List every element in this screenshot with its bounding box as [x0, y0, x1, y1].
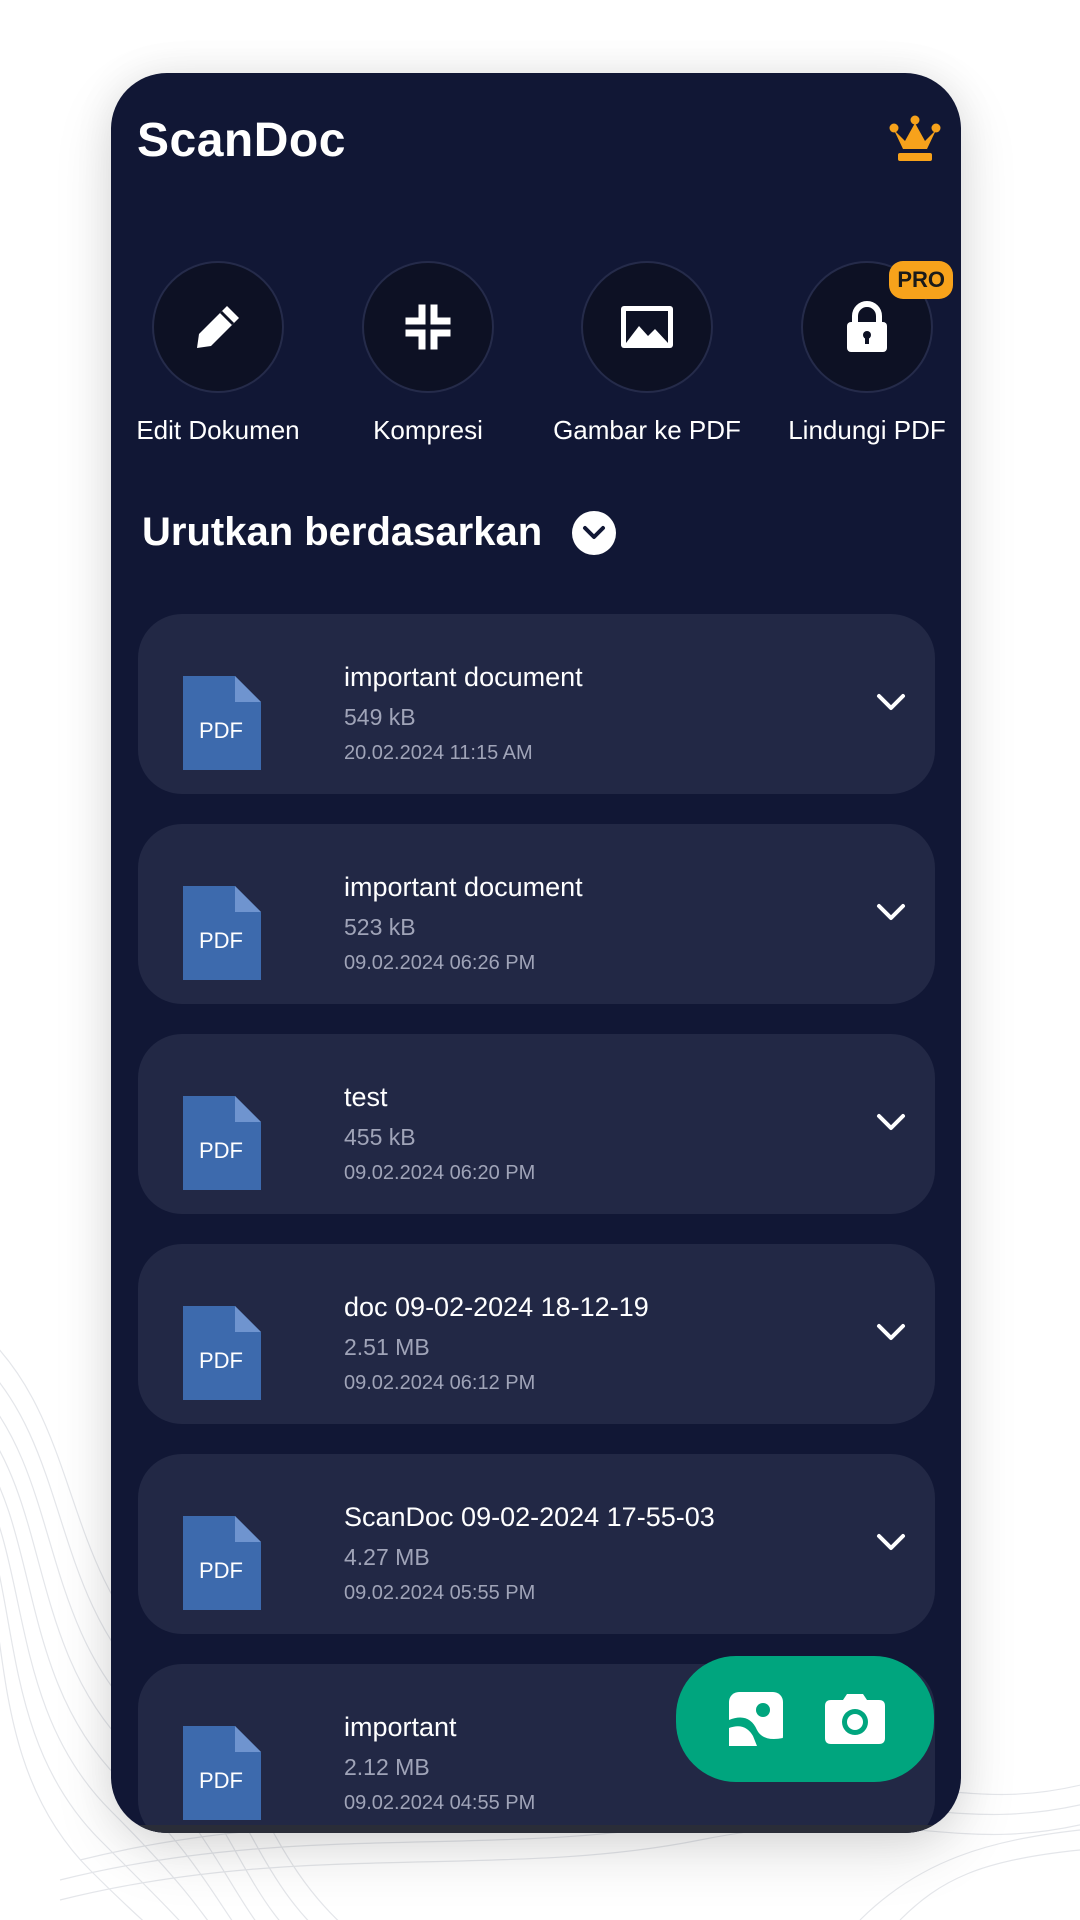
phone-screen: ScanDoc Edit Dokumen Kompresi Gambar ke …	[111, 73, 961, 1833]
tool-image-to-pdf-button[interactable]	[581, 261, 713, 393]
lock-icon	[847, 301, 887, 352]
chevron-down-icon	[583, 525, 606, 539]
file-expand-button[interactable]	[871, 1312, 911, 1352]
pdf-file-icon: PDF	[183, 1306, 261, 1400]
file-expand-button[interactable]	[871, 892, 911, 932]
file-date: 09.02.2024 06:26 PM	[344, 952, 536, 974]
sort-label: Urutkan berdasarkan	[142, 510, 543, 554]
chevron-down-icon	[877, 694, 905, 710]
file-size: 2.51 MB	[344, 1334, 430, 1360]
tool-compress[interactable]: Kompresi	[323, 261, 533, 446]
tool-image-to-pdf-label: Gambar ke PDF	[553, 415, 741, 445]
file-name: important document	[344, 662, 583, 692]
file-item[interactable]: PDF test 455 kB 09.02.2024 06:20 PM	[138, 1034, 935, 1214]
chevron-down-icon	[877, 1114, 905, 1130]
tool-row: Edit Dokumen Kompresi Gambar ke PDF PRO …	[111, 261, 961, 461]
tool-compress-button[interactable]	[362, 261, 494, 393]
file-item[interactable]: PDF important document 549 kB 20.02.2024…	[138, 614, 935, 794]
app-title: ScanDoc	[137, 114, 346, 167]
file-date: 09.02.2024 06:20 PM	[344, 1162, 536, 1184]
camera-button[interactable]	[820, 1684, 890, 1754]
page: ScanDoc Edit Dokumen Kompresi Gambar ke …	[0, 0, 1080, 1920]
chevron-down-icon	[877, 904, 905, 920]
tool-image-to-pdf[interactable]: Gambar ke PDF	[542, 261, 752, 446]
file-name: test	[344, 1082, 388, 1112]
file-item[interactable]: PDF ScanDoc 09-02-2024 17-55-03 4.27 MB …	[138, 1454, 935, 1634]
file-expand-button[interactable]	[871, 1102, 911, 1142]
file-size: 523 kB	[344, 914, 416, 940]
pdf-file-icon: PDF	[183, 1726, 261, 1820]
file-name: important document	[344, 872, 583, 902]
sort-control[interactable]: Urutkan berdasarkan	[142, 510, 617, 555]
pdf-icon-label: PDF	[199, 718, 243, 743]
tool-edit-document-label: Edit Dokumen	[136, 415, 300, 445]
pdf-file-icon: PDF	[183, 886, 261, 980]
pdf-icon-label: PDF	[199, 928, 243, 953]
file-item[interactable]: PDF important document 523 kB 09.02.2024…	[138, 824, 935, 1004]
screen-bottom-edge	[111, 1825, 961, 1833]
tool-protect-pdf-button[interactable]: PRO	[801, 261, 953, 393]
pdf-file-icon: PDF	[183, 676, 261, 770]
pro-badge: PRO	[889, 261, 953, 299]
file-size: 549 kB	[344, 704, 416, 730]
pdf-file-icon: PDF	[183, 1516, 261, 1610]
pdf-icon-label: PDF	[199, 1348, 243, 1373]
tool-edit-document-button[interactable]	[152, 261, 284, 393]
pdf-icon-label: PDF	[199, 1138, 243, 1163]
crown-icon[interactable]	[889, 115, 941, 165]
file-item[interactable]: PDF doc 09-02-2024 18-12-19 2.51 MB 09.0…	[138, 1244, 935, 1424]
chevron-down-icon	[877, 1534, 905, 1550]
pdf-icon-label: PDF	[199, 1558, 243, 1583]
file-size: 2.12 MB	[344, 1754, 430, 1780]
scan-fab[interactable]	[676, 1656, 934, 1782]
gallery-button[interactable]	[721, 1684, 791, 1754]
pdf-file-icon: PDF	[183, 1096, 261, 1190]
file-size: 4.27 MB	[344, 1544, 430, 1570]
gallery-icon	[728, 1692, 783, 1746]
file-name: doc 09-02-2024 18-12-19	[344, 1292, 649, 1322]
file-date: 09.02.2024 04:55 PM	[344, 1792, 536, 1814]
file-date: 09.02.2024 06:12 PM	[344, 1372, 536, 1394]
sort-toggle-button[interactable]	[572, 510, 617, 555]
image-icon	[621, 306, 673, 348]
tool-edit-document[interactable]: Edit Dokumen	[113, 261, 323, 446]
tool-compress-label: Kompresi	[373, 415, 483, 445]
file-date: 20.02.2024 11:15 AM	[344, 742, 533, 764]
compress-icon	[405, 304, 451, 350]
chevron-down-icon	[877, 1324, 905, 1340]
file-date: 09.02.2024 05:55 PM	[344, 1582, 536, 1604]
tool-protect-pdf[interactable]: PRO Lindungi PDF	[762, 261, 961, 446]
file-size: 455 kB	[344, 1124, 416, 1150]
tool-protect-pdf-label: Lindungi PDF	[788, 415, 946, 445]
pdf-icon-label: PDF	[199, 1768, 243, 1793]
file-expand-button[interactable]	[871, 1522, 911, 1562]
camera-icon	[824, 1694, 885, 1744]
file-name: important	[344, 1712, 457, 1742]
file-name: ScanDoc 09-02-2024 17-55-03	[344, 1502, 715, 1532]
pencil-icon	[197, 306, 239, 348]
file-expand-button[interactable]	[871, 682, 911, 722]
file-list: PDF important document 549 kB 20.02.2024…	[138, 614, 935, 1833]
